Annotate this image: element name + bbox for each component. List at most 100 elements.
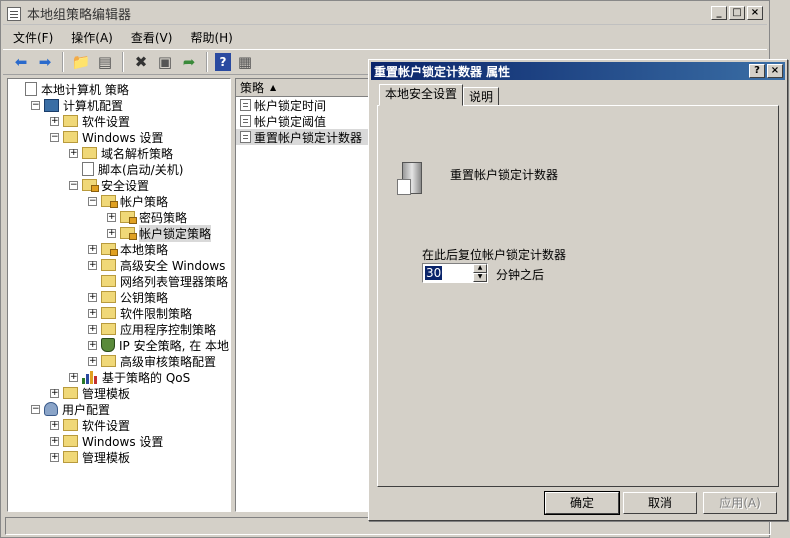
dialog-tabs: 本地安全设置 说明 bbox=[379, 84, 500, 106]
tree-node-label: 软件设置 bbox=[82, 418, 131, 433]
tree-node[interactable]: + IP 安全策略, 在 本地 bbox=[88, 337, 229, 353]
tab-explain[interactable]: 说明 bbox=[463, 87, 500, 106]
tree-node[interactable]: − 用户配置 bbox=[31, 401, 110, 417]
tree-node[interactable]: − 计算机配置 bbox=[31, 97, 123, 113]
ok-button[interactable]: 确定 bbox=[544, 491, 620, 515]
expand-icon[interactable]: + bbox=[88, 292, 97, 302]
expand-icon[interactable]: + bbox=[50, 388, 59, 398]
minutes-value: 30 bbox=[425, 266, 443, 280]
window-controls: _ □ × bbox=[711, 6, 763, 20]
tree-node[interactable]: + 域名解析策略 bbox=[69, 145, 173, 161]
pc-icon bbox=[44, 98, 59, 112]
up-folder-icon[interactable]: 📁 bbox=[71, 52, 91, 72]
sort-ascending-icon: ▲ bbox=[270, 83, 277, 92]
menu-file[interactable]: 文件(F) bbox=[13, 29, 53, 46]
tree-node-label: 脚本(启动/关机) bbox=[98, 162, 184, 177]
tree-node[interactable]: + 本地策略 bbox=[88, 241, 168, 257]
expand-icon[interactable]: + bbox=[50, 420, 59, 430]
tree-node[interactable]: + Windows 设置 bbox=[50, 433, 163, 449]
apply-button[interactable]: 应用(A) bbox=[703, 492, 777, 514]
folder-icon bbox=[63, 131, 78, 143]
collapse-icon[interactable]: − bbox=[69, 180, 78, 190]
maximize-button[interactable]: □ bbox=[729, 6, 745, 20]
tree-node-label: IP 安全策略, 在 本地 bbox=[119, 338, 230, 353]
folder-icon bbox=[101, 275, 116, 287]
expand-icon[interactable]: + bbox=[88, 260, 97, 270]
tree-node[interactable]: + 管理模板 bbox=[50, 385, 130, 401]
properties-icon[interactable]: ▣ bbox=[155, 52, 175, 72]
folder-icon bbox=[63, 115, 78, 127]
tree-node-label: 本地策略 bbox=[120, 242, 169, 257]
tree-node[interactable]: + 软件限制策略 bbox=[88, 305, 192, 321]
window-title: 本地组策略编辑器 bbox=[27, 8, 132, 23]
expand-icon[interactable]: + bbox=[88, 244, 97, 254]
expand-icon[interactable]: + bbox=[69, 372, 78, 382]
expand-icon[interactable]: + bbox=[50, 452, 59, 462]
tree-node[interactable]: + 软件设置 bbox=[50, 113, 130, 129]
folder-icon bbox=[101, 291, 116, 303]
cancel-button[interactable]: 取消 bbox=[623, 492, 697, 514]
spin-down-icon[interactable]: ▼ bbox=[473, 273, 487, 282]
folder-icon bbox=[63, 435, 78, 447]
tree-node-label: 安全设置 bbox=[101, 178, 150, 193]
tree-node[interactable]: + 密码策略 bbox=[107, 209, 187, 225]
dialog-close-button[interactable]: × bbox=[767, 64, 783, 78]
expand-icon[interactable]: + bbox=[107, 228, 116, 238]
list-item[interactable]: 帐户锁定时间 bbox=[236, 97, 374, 113]
tree-node[interactable]: 本地计算机 策略 bbox=[12, 81, 129, 97]
tree-node[interactable]: + 软件设置 bbox=[50, 417, 130, 433]
expand-icon[interactable]: + bbox=[50, 436, 59, 446]
menu-view[interactable]: 查看(V) bbox=[131, 29, 173, 46]
close-button[interactable]: × bbox=[747, 6, 763, 20]
expand-icon[interactable]: + bbox=[107, 212, 116, 222]
tree-node[interactable]: + 公钥策略 bbox=[88, 289, 168, 305]
collapse-icon[interactable]: − bbox=[50, 132, 59, 142]
tree-node-label: 帐户策略 bbox=[120, 194, 169, 209]
list-item[interactable]: 重置帐户锁定计数器 bbox=[236, 129, 374, 145]
minimize-button[interactable]: _ bbox=[711, 6, 727, 20]
tree-node[interactable]: − Windows 设置 bbox=[50, 129, 163, 145]
collapse-icon[interactable]: − bbox=[88, 196, 97, 206]
expand-icon[interactable]: + bbox=[88, 308, 97, 318]
list-header-label: 策略 bbox=[240, 81, 265, 95]
tree-node[interactable]: + 基于策略的 QoS bbox=[69, 369, 190, 385]
expand-icon[interactable]: + bbox=[88, 356, 97, 366]
policy-icon bbox=[240, 131, 251, 143]
tree-node[interactable]: + 高级安全 Windows 防火 bbox=[88, 257, 230, 273]
tree-node[interactable]: + 管理模板 bbox=[50, 449, 130, 465]
folder-icon bbox=[82, 147, 97, 159]
collapse-icon[interactable]: − bbox=[31, 404, 40, 414]
help-icon[interactable]: ? bbox=[215, 53, 231, 71]
menu-action[interactable]: 操作(A) bbox=[71, 29, 113, 46]
expand-icon[interactable]: + bbox=[69, 148, 78, 158]
tree-node-label: 基于策略的 QoS bbox=[102, 370, 191, 385]
tree-node[interactable]: 网络列表管理器策略 bbox=[88, 273, 228, 289]
tree-node[interactable]: − 安全设置 bbox=[69, 177, 149, 193]
tab-local-security-setting[interactable]: 本地安全设置 bbox=[379, 84, 464, 106]
tree-node[interactable]: + 高级审核策略配置 bbox=[88, 353, 216, 369]
doc-icon bbox=[82, 162, 94, 176]
tree-node-label: 管理模板 bbox=[82, 386, 131, 401]
list-item-label: 帐户锁定阈值 bbox=[254, 114, 327, 129]
delete-icon[interactable]: ✖ bbox=[131, 52, 151, 72]
export-list-icon[interactable]: ➦ bbox=[179, 52, 199, 72]
spin-up-icon[interactable]: ▲ bbox=[473, 264, 487, 273]
list-header-policy[interactable]: 策略 ▲ bbox=[236, 79, 374, 97]
list-item[interactable]: 帐户锁定阈值 bbox=[236, 113, 374, 129]
tree-node[interactable]: + 帐户锁定策略 bbox=[107, 224, 212, 242]
tree-node[interactable]: + 应用程序控制策略 bbox=[88, 321, 216, 337]
tree-pane[interactable]: 本地计算机 策略 − 计算机配置 + 软件设置 − Windows 设置 + 域名解析策略 脚本(… bbox=[7, 78, 231, 512]
forward-arrow-icon[interactable]: ➡ bbox=[35, 52, 55, 72]
dialog-help-button[interactable]: ? bbox=[749, 64, 765, 78]
expand-icon[interactable]: + bbox=[50, 116, 59, 126]
expand-icon[interactable]: + bbox=[88, 324, 97, 334]
minutes-spinbox[interactable]: 30 ▲ ▼ bbox=[422, 263, 488, 283]
menu-help[interactable]: 帮助(H) bbox=[190, 29, 232, 46]
tree-node[interactable]: 脚本(启动/关机) bbox=[69, 161, 183, 177]
collapse-icon[interactable]: − bbox=[31, 100, 40, 110]
tree-node[interactable]: − 帐户策略 bbox=[88, 193, 168, 209]
back-arrow-icon[interactable]: ⬅ bbox=[11, 52, 31, 72]
expand-icon[interactable]: + bbox=[88, 340, 97, 350]
show-hide-tree-icon[interactable]: ▤ bbox=[95, 52, 115, 72]
panel-icon[interactable]: ▦ bbox=[235, 52, 255, 72]
